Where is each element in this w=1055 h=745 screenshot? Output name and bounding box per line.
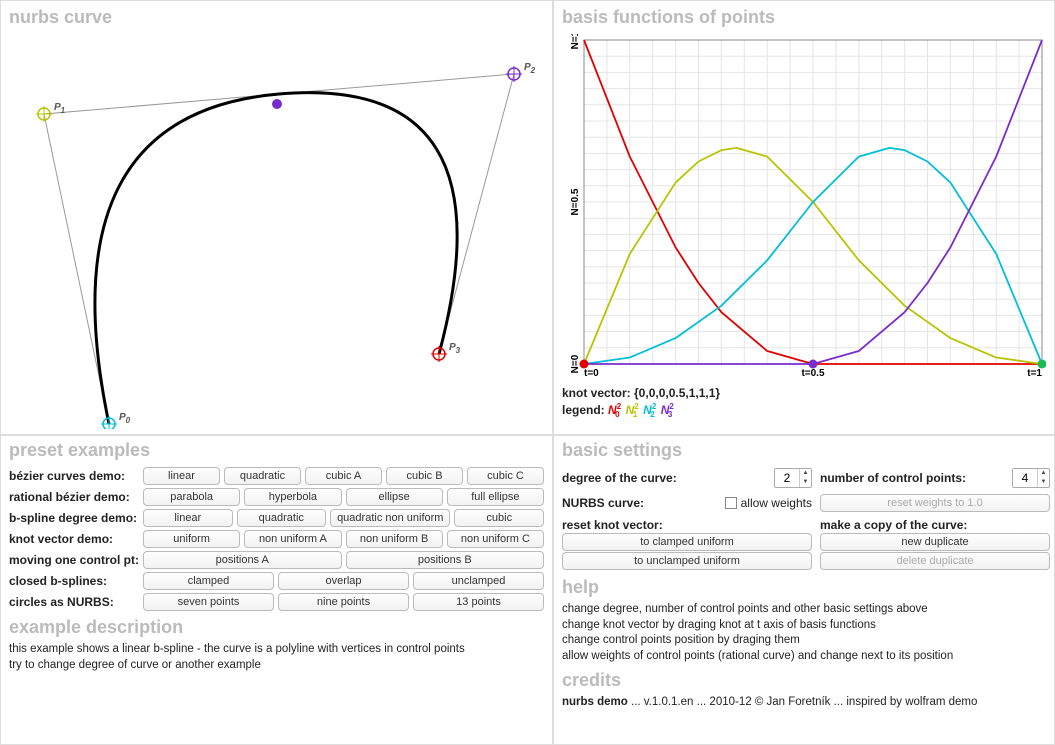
preset-examples-title: preset examples: [9, 440, 544, 461]
credits-text: nurbs demo ... v.1.0.1.en ... 2010-12 © …: [562, 695, 1046, 711]
preset-button-quadratic[interactable]: quadratic: [237, 509, 327, 527]
preset-button-non-uniform-a[interactable]: non uniform A: [244, 530, 341, 548]
degree-down-icon[interactable]: ▼: [800, 478, 811, 487]
reset-weights-button[interactable]: reset weights to 1.0: [820, 494, 1050, 512]
allow-weights-label: allow weights: [741, 496, 812, 510]
svg-text:P3: P3: [449, 342, 461, 355]
basis-functions-canvas[interactable]: N=0 N=0.5 N=1 t=0 t=0.5 t=1: [562, 34, 1046, 384]
preset-row-label: b-spline degree demo:: [9, 511, 139, 525]
legend-item: N21: [626, 403, 638, 417]
preset-row-label: rational bézier demo:: [9, 490, 139, 504]
legend-item: N23: [661, 403, 673, 417]
preset-button-linear[interactable]: linear: [143, 509, 233, 527]
degree-up-icon[interactable]: ▲: [800, 469, 811, 478]
example-description-title: example description: [9, 617, 544, 638]
preset-button-non-uniform-c[interactable]: non uniform C: [447, 530, 544, 548]
preset-button-cubic-b[interactable]: cubic B: [386, 467, 463, 485]
help-line: allow weights of control points (rationa…: [562, 649, 1046, 665]
nurbs-curve-label: NURBS curve:: [562, 496, 721, 510]
svg-text:P2: P2: [524, 62, 536, 75]
npoints-down-icon[interactable]: ▼: [1038, 478, 1049, 487]
preset-button-seven-points[interactable]: seven points: [143, 593, 274, 611]
svg-text:t=0.5: t=0.5: [801, 368, 825, 379]
preset-row-label: moving one control pt:: [9, 553, 139, 567]
preset-button-cubic-a[interactable]: cubic A: [305, 467, 382, 485]
help-line: change degree, number of control points …: [562, 602, 1046, 618]
example-description-line1: this example shows a linear b-spline - t…: [9, 642, 544, 658]
help-line: change control points position by dragin…: [562, 633, 1046, 649]
allow-weights-checkbox[interactable]: [725, 497, 737, 509]
to-unclamped-button[interactable]: to unclamped uniform: [562, 552, 812, 570]
knot-vector-text: knot vector: {0,0,0,0.5,1,1,1}: [562, 386, 1046, 400]
nurbs-curve-canvas[interactable]: P0P1P2P3: [9, 34, 544, 429]
delete-duplicate-button[interactable]: delete duplicate: [820, 552, 1050, 570]
preset-button-ellipse[interactable]: ellipse: [346, 488, 443, 506]
preset-button-hyperbola[interactable]: hyperbola: [244, 488, 341, 506]
preset-button-unclamped[interactable]: unclamped: [413, 572, 544, 590]
basic-settings-title: basic settings: [562, 440, 1046, 461]
svg-text:t=0: t=0: [584, 368, 599, 379]
preset-button-full-ellipse[interactable]: full ellipse: [447, 488, 544, 506]
preset-button-overlap[interactable]: overlap: [278, 572, 409, 590]
preset-button-cubic[interactable]: cubic: [454, 509, 544, 527]
preset-button-positions-a[interactable]: positions A: [143, 551, 342, 569]
npoints-input[interactable]: [1013, 469, 1037, 487]
preset-examples-panel: preset examples bézier curves demo: linea…: [0, 435, 553, 745]
svg-text:N=0: N=0: [570, 354, 581, 373]
preset-row-label: bézier curves demo:: [9, 469, 139, 483]
copy-label: make a copy of the curve:: [820, 518, 1050, 532]
legend-item: N22: [643, 403, 655, 417]
npoints-stepper[interactable]: ▲▼: [1012, 468, 1050, 488]
preset-button-positions-b[interactable]: positions B: [346, 551, 545, 569]
example-description-line2: try to change degree of curve or another…: [9, 658, 544, 674]
npoints-label: number of control points:: [820, 471, 1008, 485]
nurbs-curve-panel: nurbs curve P0P1P2P3: [0, 0, 553, 435]
help-title: help: [562, 577, 1046, 598]
degree-label: degree of the curve:: [562, 471, 770, 485]
basis-functions-title: basis functions of points: [562, 7, 1046, 28]
preset-button-non-uniform-b[interactable]: non uniform B: [346, 530, 443, 548]
to-clamped-button[interactable]: to clamped uniform: [562, 533, 812, 551]
preset-button-cubic-c[interactable]: cubic C: [467, 467, 544, 485]
preset-button-clamped[interactable]: clamped: [143, 572, 274, 590]
svg-text:N=0.5: N=0.5: [570, 188, 581, 215]
preset-button-quadratic[interactable]: quadratic: [224, 467, 301, 485]
legend-line: legend: N20N21N22N23: [562, 402, 1046, 419]
nurbs-curve-title: nurbs curve: [9, 7, 544, 28]
npoints-up-icon[interactable]: ▲: [1038, 469, 1049, 478]
credits-title: credits: [562, 670, 1046, 691]
preset-row-label: closed b-splines:: [9, 574, 139, 588]
degree-stepper[interactable]: ▲▼: [774, 468, 812, 488]
help-line: change knot vector by draging knot at t …: [562, 618, 1046, 634]
basic-settings-panel: basic settings degree of the curve: ▲▼ n…: [553, 435, 1055, 745]
legend-item: N20: [608, 403, 620, 417]
preset-button-13-points[interactable]: 13 points: [413, 593, 544, 611]
preset-row-label: circles as NURBS:: [9, 595, 139, 609]
svg-text:t=1: t=1: [1027, 368, 1042, 379]
svg-text:P0: P0: [119, 412, 131, 425]
degree-input[interactable]: [775, 469, 799, 487]
preset-button-uniform[interactable]: uniform: [143, 530, 240, 548]
preset-button-parabola[interactable]: parabola: [143, 488, 240, 506]
preset-button-linear[interactable]: linear: [143, 467, 220, 485]
preset-button-nine-points[interactable]: nine points: [278, 593, 409, 611]
new-duplicate-button[interactable]: new duplicate: [820, 533, 1050, 551]
reset-knot-label: reset knot vector:: [562, 518, 812, 532]
basis-functions-panel: basis functions of points N=0 N=0.5 N=1 t=0…: [553, 0, 1055, 435]
preset-row-label: knot vector demo:: [9, 532, 139, 546]
svg-text:N=1: N=1: [570, 34, 581, 49]
preset-button-quadratic-non-uniform[interactable]: quadratic non uniform: [330, 509, 450, 527]
